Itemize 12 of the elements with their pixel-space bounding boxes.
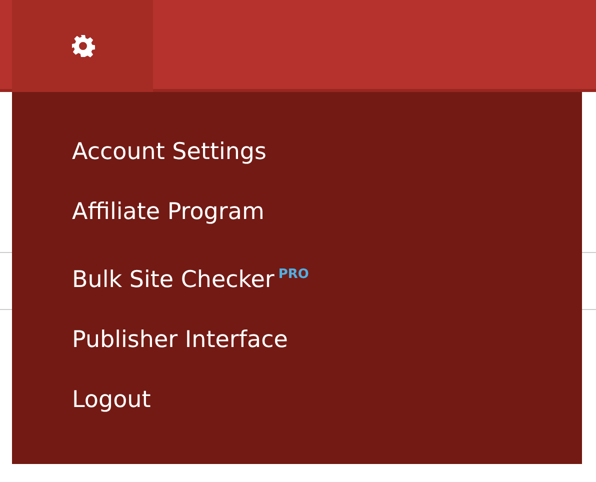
- menu-item-label: Account Settings: [72, 139, 267, 165]
- settings-icon: [70, 34, 94, 58]
- menu-item-label: Bulk Site Checker: [72, 267, 274, 293]
- menu-item-label: Affiliate Program: [72, 199, 264, 225]
- menu-item[interactable]: Publisher Interface: [12, 310, 582, 370]
- menu-item[interactable]: Logout: [12, 370, 582, 430]
- menu-item-label: Publisher Interface: [72, 327, 288, 353]
- menu-item-label: Logout: [72, 387, 151, 413]
- menu-item[interactable]: Affiliate Program: [12, 182, 582, 242]
- settings-button[interactable]: [12, 0, 153, 92]
- menu-item[interactable]: Account Settings: [12, 122, 582, 182]
- pro-label: PRO: [278, 267, 309, 282]
